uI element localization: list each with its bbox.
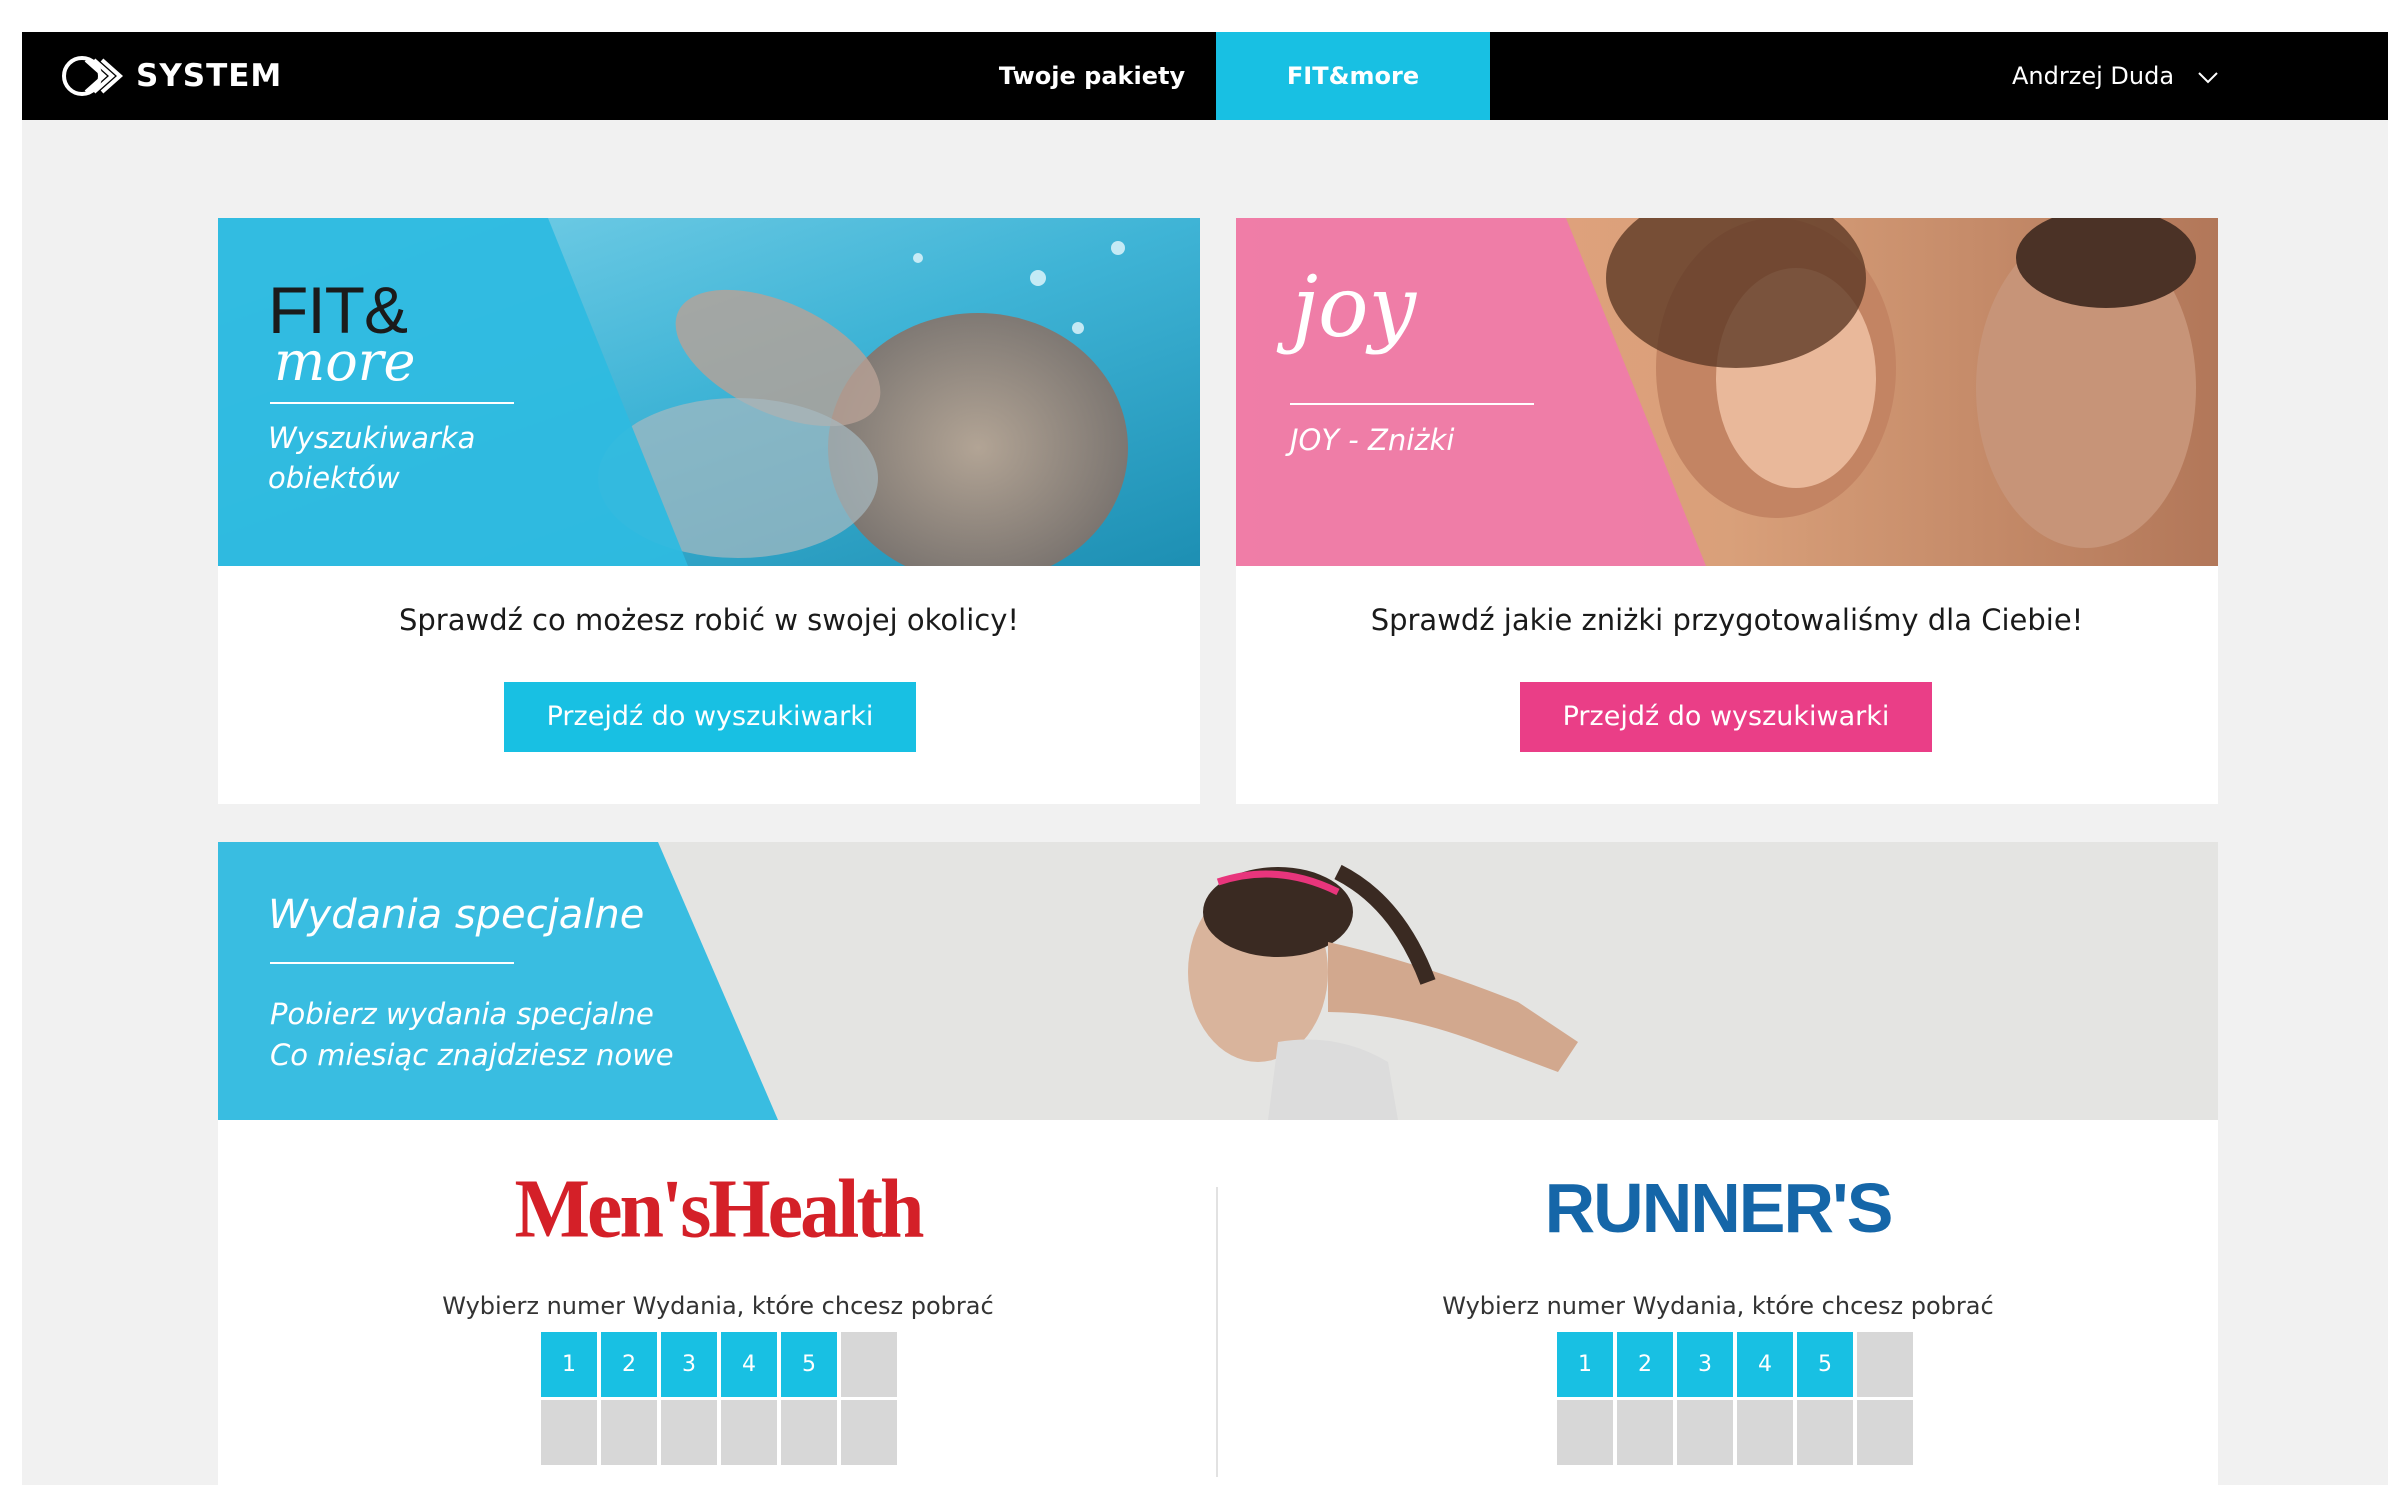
special-editions-title: Wydania specjalne: [268, 892, 645, 938]
fit-hero-subtitle: Wyszukiwarka obiektów: [268, 418, 475, 498]
fit-card-text: Sprawdź co możesz robić w swojej okolicy…: [398, 603, 1020, 637]
special-subtitle-line2: Co miesiąc znajdziesz nowe: [270, 1038, 674, 1072]
rn-issue-empty: [1857, 1400, 1913, 1465]
mens-health-logo: Men'sHealth: [514, 1162, 925, 1256]
rn-issue-empty: [1737, 1400, 1793, 1465]
mh-issue-empty: [841, 1400, 897, 1465]
user-name: Andrzej Duda: [2012, 62, 2175, 90]
top-navbar: SYSTEM Twoje pakiety FIT&more Andrzej Du…: [22, 32, 2388, 120]
mh-issue-5-button[interactable]: 5: [781, 1332, 837, 1397]
mens-health-issue-grid: 1 2 3 4 5: [541, 1332, 897, 1465]
fit-hero-banner: FIT& more Wyszukiwarka obiektów: [218, 218, 1200, 566]
fit-search-button[interactable]: Przejdź do wyszukiwarki: [504, 682, 916, 752]
system-logo-icon: [62, 56, 124, 96]
mh-issue-4-button[interactable]: 4: [721, 1332, 777, 1397]
fit-more-card: FIT& more Wyszukiwarka obiektów Sprawdź …: [218, 218, 1200, 804]
mens-health-prompt: Wybierz numer Wydania, które chcesz pobr…: [442, 1292, 994, 1320]
rn-issue-5-button[interactable]: 5: [1797, 1332, 1853, 1397]
runners-logo: RUNNER'S: [1544, 1169, 1894, 1247]
rn-issue-empty: [1857, 1332, 1913, 1397]
joy-card-text: Sprawdź jakie zniżki przygotowaliśmy dla…: [1370, 603, 2084, 637]
fit-hero-rule: [270, 402, 514, 404]
joy-hero-subtitle: JOY - Zniżki: [1290, 423, 1455, 457]
logo-text: SYSTEM: [136, 58, 283, 94]
nav-fit-and-more[interactable]: FIT&more: [1216, 32, 1490, 120]
rn-issue-empty: [1557, 1400, 1613, 1465]
joy-search-button[interactable]: Przejdź do wyszukiwarki: [1520, 682, 1932, 752]
rn-issue-empty: [1677, 1400, 1733, 1465]
mh-issue-3-button[interactable]: 3: [661, 1332, 717, 1397]
fit-subtitle-line1: Wyszukiwarka: [268, 421, 476, 455]
joy-hero-banner: joy JOY - Zniżki: [1236, 218, 2218, 566]
rn-issue-empty: [1617, 1400, 1673, 1465]
mens-health-section: Men'sHealth Wybierz numer Wydania, które…: [218, 1152, 1218, 1465]
nav-twoje-pakiety[interactable]: Twoje pakiety: [972, 32, 1212, 120]
user-menu[interactable]: Andrzej Duda: [2012, 32, 2220, 120]
special-editions-subtitle: Pobierz wydania specjalne Co miesiąc zna…: [270, 994, 674, 1076]
rn-issue-4-button[interactable]: 4: [1737, 1332, 1793, 1397]
fit-subtitle-line2: obiektów: [268, 461, 400, 495]
special-banner-rule: [270, 962, 514, 964]
special-editions-card: Wydania specjalne Pobierz wydania specja…: [218, 842, 2218, 1485]
runners-section: RUNNER'S Wybierz numer Wydania, które ch…: [1218, 1152, 2218, 1465]
runners-issue-grid: 1 2 3 4 5: [1557, 1332, 1913, 1465]
chevron-down-icon: [2198, 72, 2218, 84]
more-word: more: [274, 330, 416, 393]
rn-issue-1-button[interactable]: 1: [1557, 1332, 1613, 1397]
mh-issue-empty: [841, 1332, 897, 1397]
joy-brand: joy: [1292, 258, 1417, 356]
page-frame: SYSTEM Twoje pakiety FIT&more Andrzej Du…: [22, 32, 2388, 1485]
mh-issue-empty: [721, 1400, 777, 1465]
joy-hero-rule: [1290, 403, 1534, 405]
mh-issue-empty: [781, 1400, 837, 1465]
mh-issue-empty: [601, 1400, 657, 1465]
mh-issue-empty: [541, 1400, 597, 1465]
fit-more-brand: FIT& more: [268, 277, 416, 393]
rn-issue-empty: [1797, 1400, 1853, 1465]
logo[interactable]: SYSTEM: [60, 54, 282, 98]
runner-image: [218, 842, 2218, 1120]
mh-issue-2-button[interactable]: 2: [601, 1332, 657, 1397]
special-editions-banner: Wydania specjalne Pobierz wydania specja…: [218, 842, 2218, 1120]
runners-prompt: Wybierz numer Wydania, które chcesz pobr…: [1442, 1292, 1994, 1320]
rn-issue-2-button[interactable]: 2: [1617, 1332, 1673, 1397]
rn-issue-3-button[interactable]: 3: [1677, 1332, 1733, 1397]
mh-issue-1-button[interactable]: 1: [541, 1332, 597, 1397]
joy-card: joy JOY - Zniżki Sprawdź jakie zniżki pr…: [1236, 218, 2218, 804]
special-subtitle-line1: Pobierz wydania specjalne: [270, 997, 654, 1031]
mh-issue-empty: [661, 1400, 717, 1465]
